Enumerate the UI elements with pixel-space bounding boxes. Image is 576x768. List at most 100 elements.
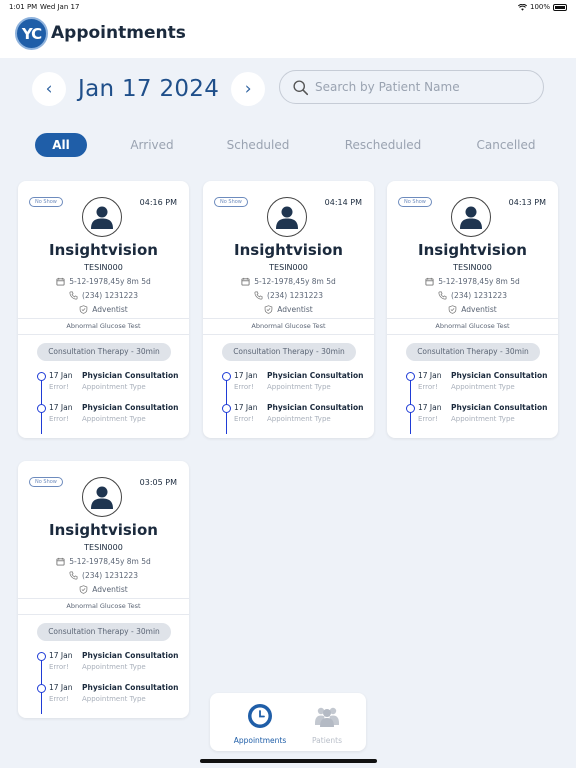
tab-all[interactable]: All bbox=[35, 133, 87, 157]
status-badge: No Show bbox=[398, 197, 432, 207]
appointment-time: 04:16 PM bbox=[139, 198, 177, 207]
shield-check-icon bbox=[448, 305, 457, 314]
next-day-button[interactable]: › bbox=[231, 72, 266, 106]
status-right: 100% bbox=[517, 3, 567, 11]
shield-check-icon bbox=[264, 305, 273, 314]
patient-phone: (234) 1231223 bbox=[82, 571, 138, 580]
phone-icon bbox=[438, 291, 447, 300]
current-date[interactable]: Jan 17 2024 bbox=[78, 76, 219, 102]
users-icon bbox=[315, 707, 339, 727]
appointment-date: 17 Jan bbox=[234, 403, 258, 412]
patient-id: TESIN000 bbox=[269, 263, 308, 272]
patient-name: Insightvision bbox=[49, 521, 158, 539]
appointment-title: Physician Consultation bbox=[82, 683, 179, 692]
appointment-status: Error! bbox=[49, 383, 69, 391]
appointment-status: Error! bbox=[234, 383, 254, 391]
appointment-time: 03:05 PM bbox=[139, 478, 177, 487]
appointment-type: Appointment Type bbox=[82, 695, 146, 703]
appointment-date: 17 Jan bbox=[418, 371, 442, 380]
patient-religion: Adventist bbox=[461, 305, 497, 314]
nav-patients[interactable]: Patients bbox=[292, 703, 362, 745]
test-name: Abnormal Glucose Test bbox=[251, 322, 326, 330]
divider bbox=[203, 334, 374, 335]
appointment-date: 17 Jan bbox=[418, 403, 442, 412]
test-name: Abnormal Glucose Test bbox=[66, 602, 141, 610]
divider bbox=[203, 318, 374, 319]
appointment-time: 04:13 PM bbox=[508, 198, 546, 207]
search-icon bbox=[293, 79, 309, 95]
phone-row: (234) 1231223 bbox=[203, 291, 374, 300]
appointment-title: Physician Consultation bbox=[82, 651, 179, 660]
appointment-status: Error! bbox=[418, 383, 438, 391]
user-icon bbox=[91, 206, 113, 229]
religion-row: Adventist bbox=[203, 305, 374, 314]
user-icon bbox=[91, 486, 113, 509]
patient-dob: 5-12-1978,45y 8m 5d bbox=[254, 277, 336, 286]
appointment-type: Appointment Type bbox=[451, 415, 515, 423]
patient-religion: Adventist bbox=[92, 585, 128, 594]
status-bar: 1:01 PM Wed Jan 17 100% bbox=[0, 0, 576, 14]
appointment-title: Physician Consultation bbox=[451, 371, 548, 380]
previous-day-button[interactable]: ‹ bbox=[32, 72, 66, 106]
timeline-dot bbox=[37, 372, 46, 381]
avatar bbox=[82, 197, 122, 237]
calendar-icon bbox=[425, 277, 434, 286]
dob-row: 5-12-1978,45y 8m 5d bbox=[387, 277, 558, 286]
tab-scheduled[interactable]: Scheduled bbox=[220, 133, 296, 157]
search-bar[interactable] bbox=[279, 70, 544, 104]
search-input[interactable] bbox=[315, 80, 515, 94]
shield-check-icon bbox=[79, 305, 88, 314]
appointment-card[interactable]: No Show 03:05 PM Insightvision TESIN000 … bbox=[18, 461, 189, 718]
dob-row: 5-12-1978,45y 8m 5d bbox=[203, 277, 374, 286]
religion-row: Adventist bbox=[18, 585, 189, 594]
appointment-title: Physician Consultation bbox=[451, 403, 548, 412]
appointment-status: Error! bbox=[49, 415, 69, 423]
status-date: Wed Jan 17 bbox=[40, 3, 80, 11]
patient-id: TESIN000 bbox=[84, 543, 123, 552]
patient-religion: Adventist bbox=[277, 305, 313, 314]
appointment-card[interactable]: No Show 04:14 PM Insightvision TESIN000 … bbox=[203, 181, 374, 438]
phone-row: (234) 1231223 bbox=[18, 291, 189, 300]
appointment-type: Appointment Type bbox=[82, 663, 146, 671]
appointment-card[interactable]: No Show 04:16 PM Insightvision TESIN000 … bbox=[18, 181, 189, 438]
appointment-title: Physician Consultation bbox=[82, 371, 179, 380]
user-icon bbox=[276, 206, 298, 229]
phone-icon bbox=[69, 571, 78, 580]
tab-arrived[interactable]: Arrived bbox=[122, 133, 182, 157]
patient-id: TESIN000 bbox=[84, 263, 123, 272]
appointment-type: Appointment Type bbox=[82, 383, 146, 391]
user-icon bbox=[460, 206, 482, 229]
appointment-date: 17 Jan bbox=[49, 651, 73, 660]
patient-id: TESIN000 bbox=[453, 263, 492, 272]
therapy-pill: Consultation Therapy - 30min bbox=[406, 343, 540, 361]
status-filter-tabs: All Arrived Scheduled Rescheduled Cancel… bbox=[0, 133, 576, 157]
tab-rescheduled[interactable]: Rescheduled bbox=[338, 133, 428, 157]
nav-patients-label: Patients bbox=[311, 736, 343, 745]
test-name: Abnormal Glucose Test bbox=[435, 322, 510, 330]
appointment-card[interactable]: No Show 04:13 PM Insightvision TESIN000 … bbox=[387, 181, 558, 438]
patient-religion: Adventist bbox=[92, 305, 128, 314]
patient-dob: 5-12-1978,45y 8m 5d bbox=[69, 557, 151, 566]
religion-row: Adventist bbox=[18, 305, 189, 314]
timeline-dot bbox=[406, 404, 415, 413]
nav-appointments[interactable]: Appointments bbox=[225, 703, 295, 745]
timeline-dot bbox=[222, 404, 231, 413]
status-time: 1:01 PM bbox=[9, 3, 38, 11]
patient-phone: (234) 1231223 bbox=[82, 291, 138, 300]
phone-icon bbox=[69, 291, 78, 300]
battery-icon bbox=[553, 3, 567, 11]
patient-dob: 5-12-1978,45y 8m 5d bbox=[438, 277, 520, 286]
tab-cancelled[interactable]: Cancelled bbox=[468, 133, 544, 157]
appointment-date: 17 Jan bbox=[49, 683, 73, 692]
appointment-date: 17 Jan bbox=[49, 403, 73, 412]
calendar-icon bbox=[56, 557, 65, 566]
appointment-type: Appointment Type bbox=[82, 415, 146, 423]
therapy-pill: Consultation Therapy - 30min bbox=[37, 623, 171, 641]
divider bbox=[18, 318, 189, 319]
app-logo: YC bbox=[15, 17, 48, 50]
calendar-icon bbox=[241, 277, 250, 286]
divider bbox=[387, 318, 558, 319]
phone-icon bbox=[254, 291, 263, 300]
timeline-dot bbox=[406, 372, 415, 381]
avatar bbox=[82, 477, 122, 517]
